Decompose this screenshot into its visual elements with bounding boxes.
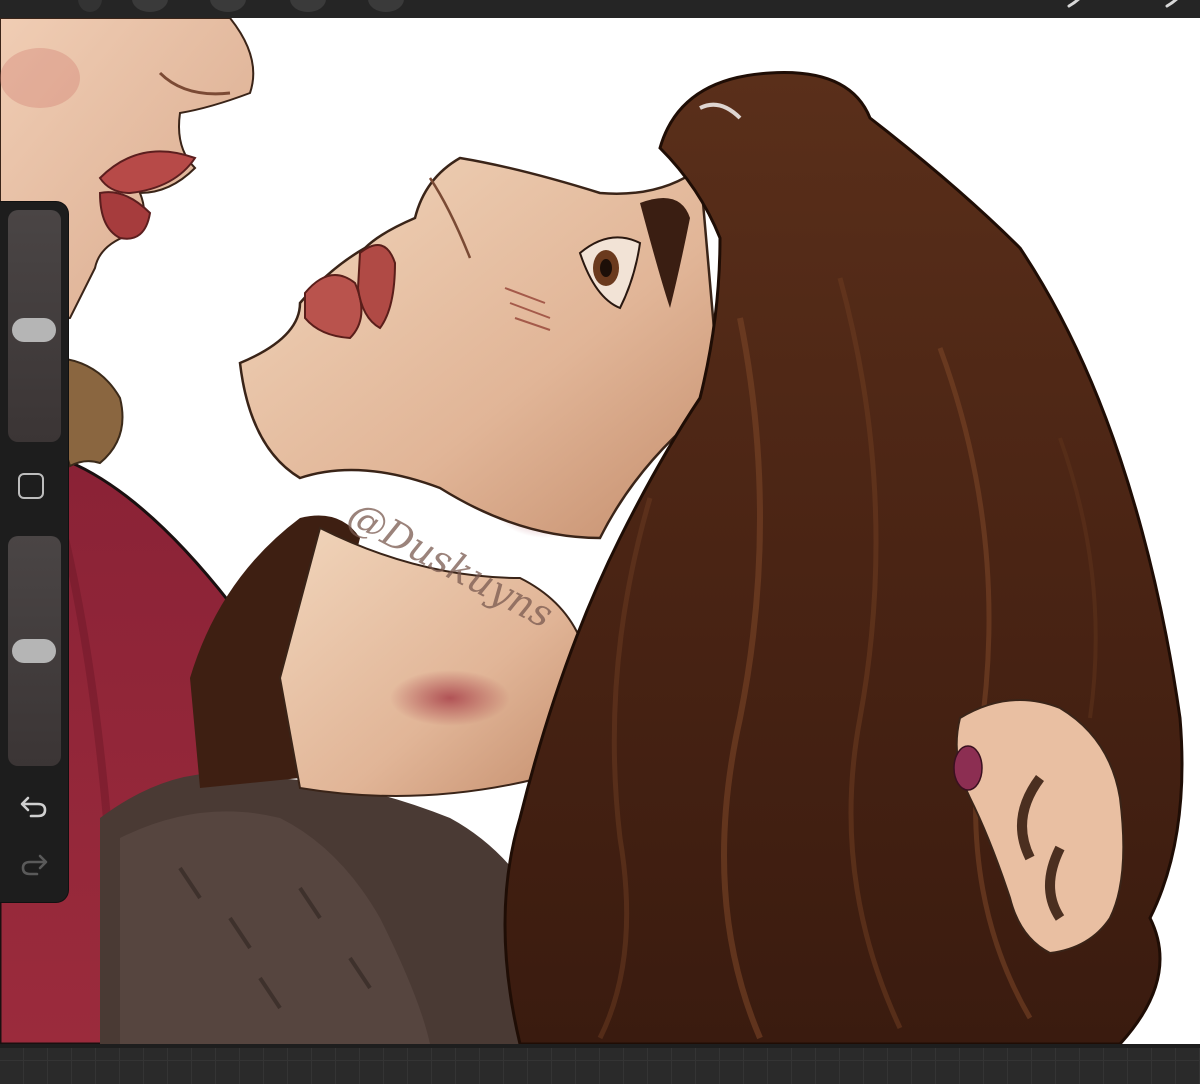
bottom-bar-edge <box>0 1044 1200 1048</box>
eraser-tool-icon[interactable] <box>290 0 326 12</box>
bottom-bar <box>0 1044 1200 1084</box>
top-toolbar <box>0 0 1200 18</box>
brush-size-slider-thumb[interactable] <box>12 318 56 342</box>
pen-icon[interactable] <box>1066 0 1086 8</box>
actions-icon[interactable] <box>78 0 102 12</box>
redo-arrow-icon <box>21 854 48 876</box>
brush-size-slider[interactable] <box>8 210 61 442</box>
layers-icon[interactable] <box>368 0 404 12</box>
drawing-canvas[interactable]: @Duskuyns <box>0 18 1200 1044</box>
undo-arrow-icon <box>20 796 47 818</box>
undo-button[interactable] <box>16 794 52 824</box>
redo-button[interactable] <box>16 852 52 882</box>
brush-opacity-slider[interactable] <box>8 536 61 766</box>
left-sidebar <box>0 202 68 902</box>
square-icon[interactable] <box>18 473 44 499</box>
color-icon[interactable] <box>1164 0 1184 8</box>
brush-tool-icon[interactable] <box>132 0 168 12</box>
artwork-illustration: @Duskuyns <box>0 18 1184 1044</box>
smudge-tool-icon[interactable] <box>210 0 246 12</box>
brush-opacity-slider-thumb[interactable] <box>12 639 56 663</box>
